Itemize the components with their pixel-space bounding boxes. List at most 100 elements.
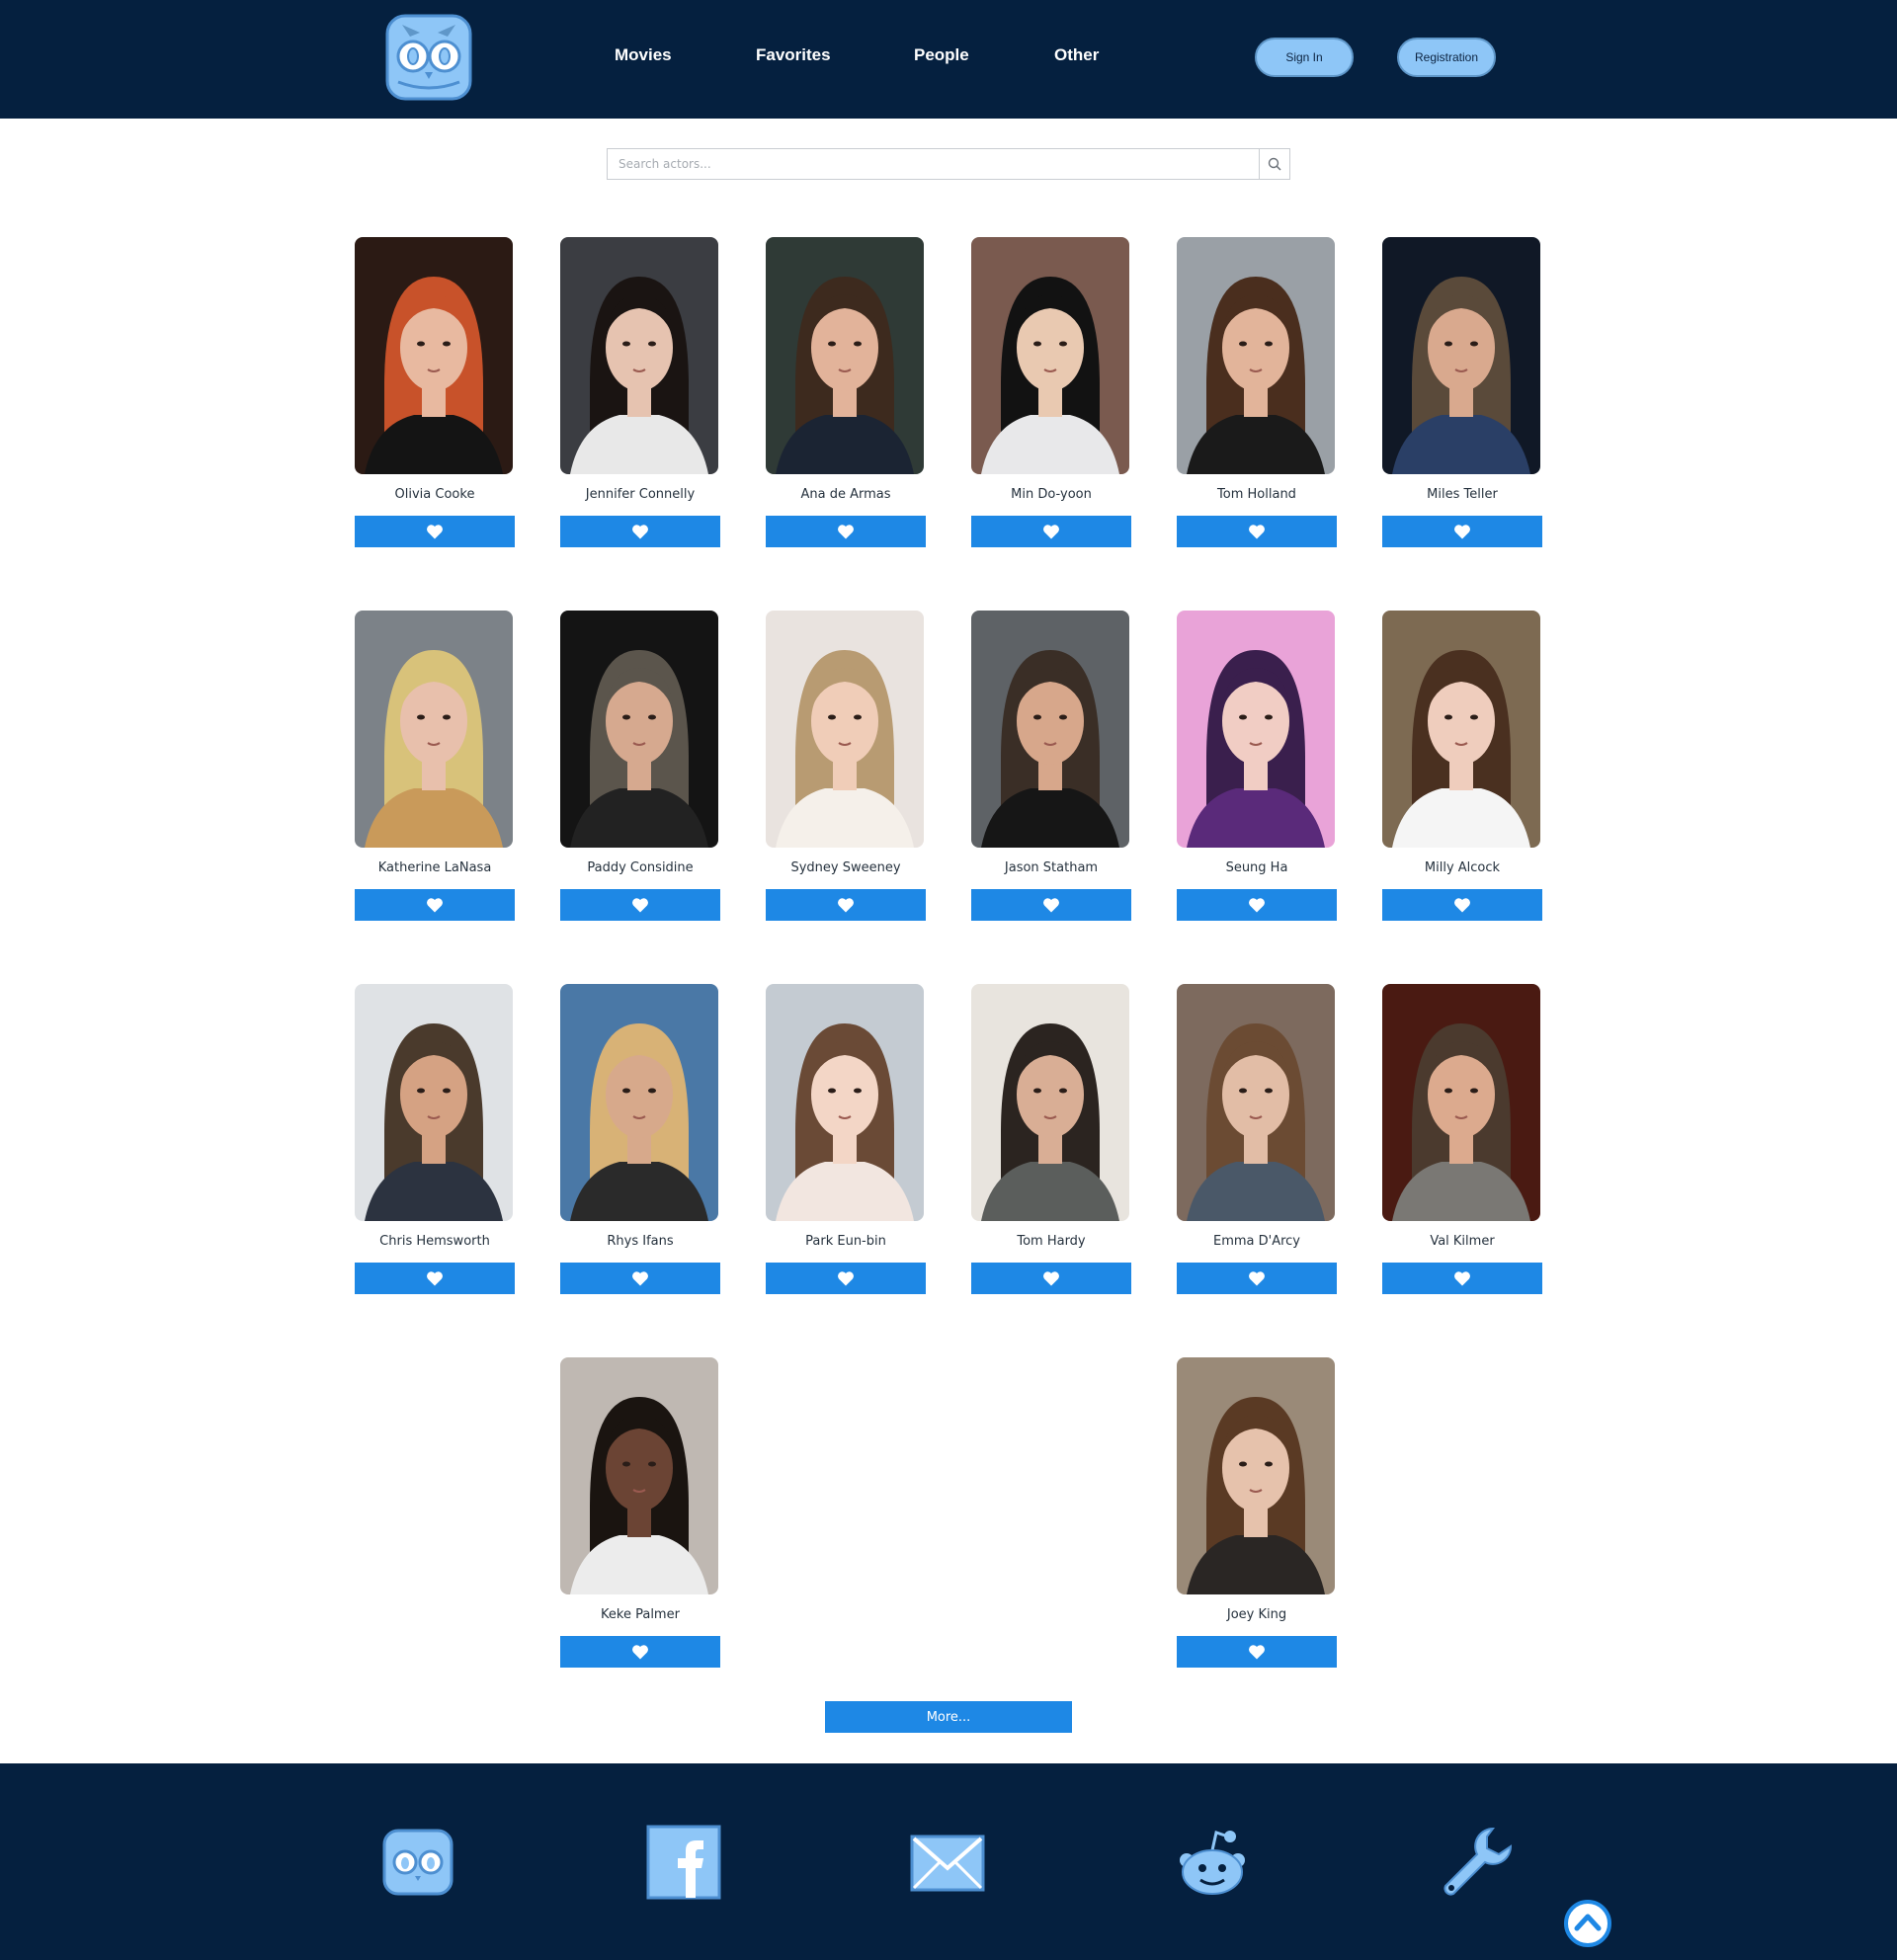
- actor-name: Seung Ha: [1225, 860, 1288, 875]
- actor-photo[interactable]: [560, 611, 718, 848]
- favorite-button[interactable]: [1177, 516, 1337, 547]
- actor-card: Ana de Armas: [766, 237, 926, 552]
- actor-card: Tom Hardy: [971, 984, 1131, 1299]
- search-bar: [607, 148, 1290, 180]
- favorite-button[interactable]: [1382, 889, 1542, 921]
- actor-photo[interactable]: [355, 237, 513, 474]
- nav-movies[interactable]: Movies: [615, 45, 672, 65]
- favorite-button[interactable]: [1382, 516, 1542, 547]
- actor-photo[interactable]: [1177, 1357, 1335, 1594]
- actor-card: Keke Palmer: [560, 1357, 720, 1673]
- favorite-button[interactable]: [560, 1636, 720, 1668]
- actor-photo[interactable]: [971, 237, 1129, 474]
- favorite-button[interactable]: [971, 1263, 1131, 1294]
- facebook-icon[interactable]: [644, 1823, 723, 1902]
- actor-name: Katherine LaNasa: [377, 860, 492, 875]
- heart-icon: [632, 898, 648, 913]
- heart-icon: [1454, 525, 1470, 539]
- actor-card: Jason Statham: [971, 611, 1131, 926]
- favorite-button[interactable]: [1177, 1263, 1337, 1294]
- actor-photo[interactable]: [560, 1357, 718, 1594]
- actor-name: Miles Teller: [1427, 487, 1498, 502]
- actor-photo[interactable]: [560, 984, 718, 1221]
- nav-people[interactable]: People: [914, 45, 969, 65]
- actor-name: Jennifer Connelly: [585, 487, 696, 502]
- sign-in-button[interactable]: Sign In: [1255, 38, 1354, 77]
- favorite-button[interactable]: [971, 516, 1131, 547]
- actor-photo[interactable]: [1177, 237, 1335, 474]
- favorite-button[interactable]: [560, 1263, 720, 1294]
- heart-icon: [1043, 898, 1059, 913]
- actor-photo[interactable]: [1382, 984, 1540, 1221]
- wrench-icon[interactable]: [1438, 1823, 1517, 1902]
- actor-photo[interactable]: [766, 611, 924, 848]
- favorite-button[interactable]: [766, 889, 926, 921]
- actor-photo[interactable]: [1177, 611, 1335, 848]
- actor-card: Jennifer Connelly: [560, 237, 720, 552]
- actor-card: Paddy Considine: [560, 611, 720, 926]
- top-navbar: Movies Favorites People Other Sign In Re…: [0, 0, 1897, 119]
- actor-photo[interactable]: [1177, 984, 1335, 1221]
- mail-icon[interactable]: [908, 1823, 987, 1902]
- favorite-button[interactable]: [355, 889, 515, 921]
- actor-card: Min Do-yoon: [971, 237, 1131, 552]
- actor-photo[interactable]: [971, 611, 1129, 848]
- favorite-button[interactable]: [766, 516, 926, 547]
- actor-card: Joey King: [1177, 1357, 1337, 1673]
- search-input[interactable]: [608, 149, 1259, 179]
- actor-photo[interactable]: [355, 984, 513, 1221]
- favorite-button[interactable]: [355, 516, 515, 547]
- nav-other[interactable]: Other: [1054, 45, 1099, 65]
- registration-button[interactable]: Registration: [1397, 38, 1496, 77]
- actor-photo[interactable]: [560, 237, 718, 474]
- more-button[interactable]: More...: [825, 1701, 1072, 1733]
- favorite-button[interactable]: [355, 1263, 515, 1294]
- favorite-button[interactable]: [560, 516, 720, 547]
- actor-name: Olivia Cooke: [394, 487, 475, 502]
- actor-card: Seung Ha: [1177, 611, 1337, 926]
- actor-name: Keke Palmer: [601, 1607, 680, 1622]
- actor-card: Milly Alcock: [1382, 611, 1542, 926]
- actor-name: Rhys Ifans: [607, 1234, 674, 1249]
- actor-card: Sydney Sweeney: [766, 611, 926, 926]
- actor-card: Park Eun-bin: [766, 984, 926, 1299]
- nav-favorites[interactable]: Favorites: [756, 45, 831, 65]
- heart-icon: [838, 1271, 854, 1286]
- heart-icon: [427, 898, 443, 913]
- favorite-button[interactable]: [766, 1263, 926, 1294]
- search-icon[interactable]: [1259, 149, 1289, 179]
- actor-card: Katherine LaNasa: [355, 611, 515, 926]
- actor-card: Olivia Cooke: [355, 237, 515, 552]
- actor-name: Joey King: [1226, 1607, 1287, 1622]
- favorite-button[interactable]: [1177, 1636, 1337, 1668]
- actor-photo[interactable]: [1382, 611, 1540, 848]
- actor-card: Miles Teller: [1382, 237, 1542, 552]
- reddit-icon[interactable]: [1173, 1823, 1252, 1902]
- chevron-up-icon[interactable]: [1563, 1899, 1612, 1948]
- heart-icon: [1043, 1271, 1059, 1286]
- favorite-button[interactable]: [1177, 889, 1337, 921]
- favorite-button[interactable]: [971, 889, 1131, 921]
- heart-icon: [838, 525, 854, 539]
- favorite-button[interactable]: [1382, 1263, 1542, 1294]
- actor-card: Emma D'Arcy: [1177, 984, 1337, 1299]
- actor-card: Rhys Ifans: [560, 984, 720, 1299]
- actor-photo[interactable]: [1382, 237, 1540, 474]
- actor-photo[interactable]: [766, 984, 924, 1221]
- actor-card: Val Kilmer: [1382, 984, 1542, 1299]
- owl-logo-icon[interactable]: [378, 1823, 457, 1902]
- heart-icon: [632, 525, 648, 539]
- heart-icon: [632, 1645, 648, 1660]
- actor-photo[interactable]: [766, 237, 924, 474]
- footer: [0, 1763, 1897, 1960]
- actor-name: Tom Hardy: [1017, 1234, 1086, 1249]
- actor-card: Chris Hemsworth: [355, 984, 515, 1299]
- actor-name: Paddy Considine: [587, 860, 694, 875]
- favorite-button[interactable]: [560, 889, 720, 921]
- actor-photo[interactable]: [355, 611, 513, 848]
- actor-name: Jason Statham: [1004, 860, 1099, 875]
- actor-name: Sydney Sweeney: [790, 860, 901, 875]
- actor-photo[interactable]: [971, 984, 1129, 1221]
- owl-logo-icon[interactable]: [384, 13, 473, 102]
- heart-icon: [1249, 1271, 1265, 1286]
